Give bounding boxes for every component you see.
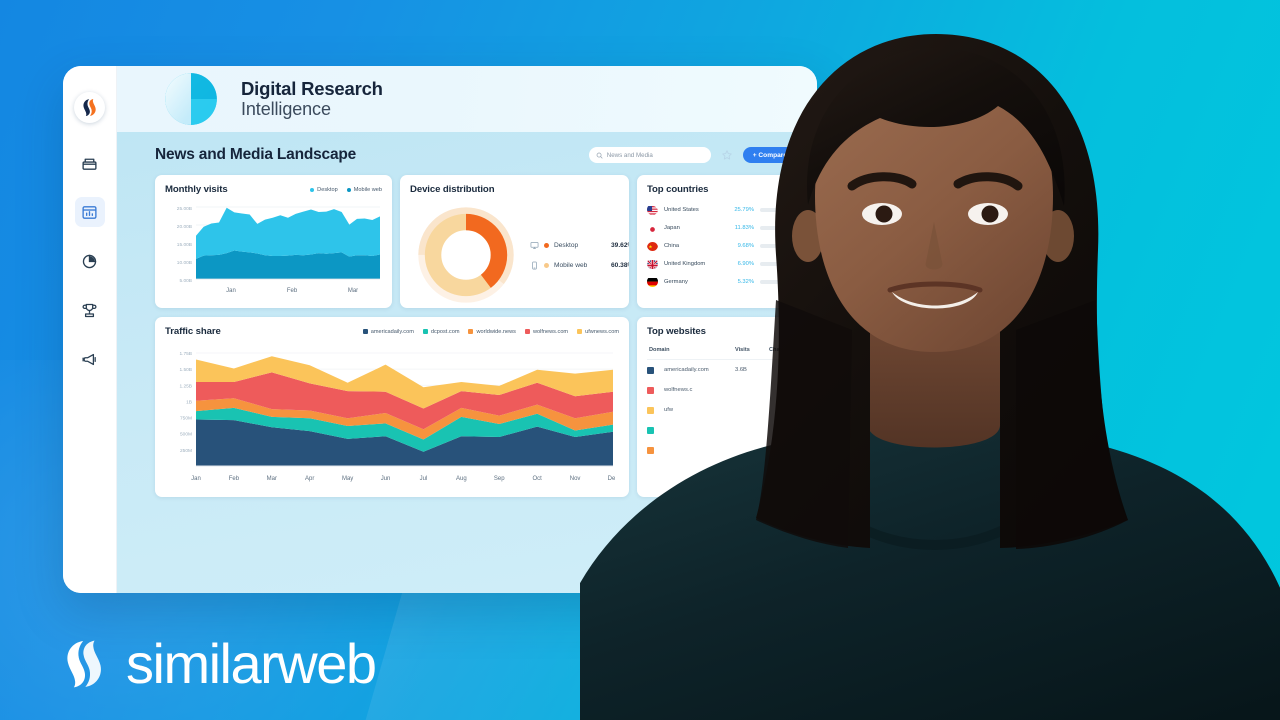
presenter-hair-strand-left (756, 300, 852, 548)
x-tick-label: Mar (267, 476, 277, 482)
x-tick-label: Feb (229, 476, 240, 482)
legend-color-swatch (468, 329, 474, 334)
sidebar-item-marketing[interactable] (75, 344, 105, 374)
sidebar-item-dashboard[interactable] (74, 197, 105, 227)
y-tick-label: 1.75B (179, 351, 192, 357)
mobile-icon (530, 261, 539, 270)
device-color-swatch (544, 262, 549, 268)
x-tick-label: May (342, 476, 353, 482)
legend-color-swatch (362, 329, 368, 334)
card-traffic-share: Traffic share americadaily.com dcpost.com… (155, 317, 629, 497)
x-tick-label: Nov (570, 476, 581, 482)
y-tick-label: 25.00B (177, 206, 192, 212)
similarweb-logo-icon (67, 640, 101, 688)
x-tick-label: Apr (305, 476, 314, 482)
x-tick-label: Sep (494, 476, 505, 482)
legend-label: Desktop (317, 186, 338, 193)
inbox-icon (82, 158, 97, 170)
legend-color-swatch (422, 329, 428, 334)
y-tick-label: 20.00B (177, 224, 192, 230)
legend-item: Desktop (310, 187, 338, 193)
area-series-group (196, 207, 380, 279)
y-tick-label: 500M (180, 432, 192, 438)
legend-label: wolfnews.com (532, 328, 569, 335)
presenter-pupil-left (875, 205, 893, 223)
area-series-group (196, 356, 613, 466)
x-axis-ticks: JanFebMarAprMayJunJulAugSepOctNovDec (191, 476, 618, 482)
y-tick-label: 5.00B (179, 278, 192, 284)
y-axis-ticks: 25.00B 20.00B 15.00B 10.00B 5.00B (177, 206, 192, 284)
x-tick-label: Jan (191, 476, 201, 482)
presenter-hair-strand-right (1016, 300, 1128, 549)
card-title-traffic-share: Traffic share (165, 326, 221, 337)
traffic-share-chart: 1.75B 1.50B 1.25B 1B 750M 500M 250M Jan Feb Mar A… (179, 351, 618, 482)
presenter-video (580, 34, 1280, 720)
legend-item[interactable]: wolfnews.com (524, 328, 569, 335)
sidebar-item-analytics[interactable] (75, 246, 105, 276)
x-tick-label: Jun (381, 476, 391, 482)
sidebar-item-similarweb-logo[interactable] (74, 92, 105, 123)
presenter-sweater (580, 420, 1280, 720)
y-tick-label: 750M (180, 416, 192, 422)
brand-title-line-1: Digital Research (241, 77, 383, 99)
x-axis-ticks: Jan Feb Mar (226, 288, 358, 294)
brand-text: Digital Research Intelligence (241, 77, 383, 120)
brand-title-line-2: Intelligence (241, 99, 331, 120)
legend-item[interactable]: dcpost.com (422, 328, 460, 335)
dashboard-icon (82, 205, 97, 219)
desktop-icon (530, 241, 539, 250)
legend-color-swatch (524, 329, 530, 334)
megaphone-icon (82, 353, 96, 365)
legend-monthly-visits: Desktop Mobile web (310, 187, 382, 193)
card-header: Traffic share americadaily.com dcpost.com… (165, 326, 619, 337)
sidebar-item-rankings[interactable] (75, 295, 105, 325)
legend-label: worldwide.news (476, 328, 516, 335)
x-tick-label: Feb (287, 288, 298, 294)
y-tick-label: 1B (186, 399, 192, 405)
footer-wordmark: similarweb (126, 632, 377, 695)
page-title: News and Media Landscape (155, 146, 357, 163)
x-tick-label: Oct (533, 476, 543, 482)
legend-item[interactable]: worldwide.news (468, 328, 516, 335)
y-tick-label: 250M (180, 448, 192, 454)
y-axis-ticks: 1.75B 1.50B 1.25B 1B 750M 500M 250M (179, 351, 192, 454)
digital-research-logo-icon (165, 73, 217, 125)
area-series-desktop (196, 207, 380, 259)
legend-label: Mobile web (353, 186, 382, 193)
y-tick-label: 10.00B (177, 260, 192, 266)
sidebar-item-inbox[interactable] (75, 148, 105, 178)
trophy-icon (82, 303, 97, 317)
monthly-visits-chart: 25.00B 20.00B 15.00B 10.00B 5.00B Jan Fe… (177, 206, 380, 294)
y-tick-label: 1.50B (179, 367, 192, 373)
x-tick-label: Jul (420, 476, 428, 482)
legend-label: americadaily.com (370, 328, 414, 335)
sidebar (63, 66, 117, 593)
similarweb-logo-icon (83, 98, 96, 117)
legend-color-swatch (346, 187, 351, 192)
y-tick-label: 1.25B (179, 383, 192, 389)
x-tick-label: Mar (348, 288, 358, 294)
y-tick-label: 15.00B (177, 242, 192, 248)
card-header: Monthly visits Desktop Mobile web (165, 184, 382, 195)
x-tick-label: Aug (456, 476, 467, 482)
legend-item: Mobile web (346, 186, 382, 193)
device-color-swatch (544, 242, 549, 248)
legend-label: dcpost.com (430, 328, 460, 335)
device-distribution-donut-chart (418, 207, 514, 303)
footer-brand: similarweb (58, 632, 377, 695)
legend-color-swatch (310, 187, 315, 192)
card-title-monthly-visits: Monthly visits (165, 184, 228, 195)
presenter-pupil-right (981, 205, 999, 223)
pie-chart-icon (82, 254, 97, 268)
card-monthly-visits: Monthly visits Desktop Mobile web 25.00B… (155, 175, 392, 308)
legend-item[interactable]: americadaily.com (362, 328, 414, 335)
x-tick-label: Jan (226, 288, 236, 294)
